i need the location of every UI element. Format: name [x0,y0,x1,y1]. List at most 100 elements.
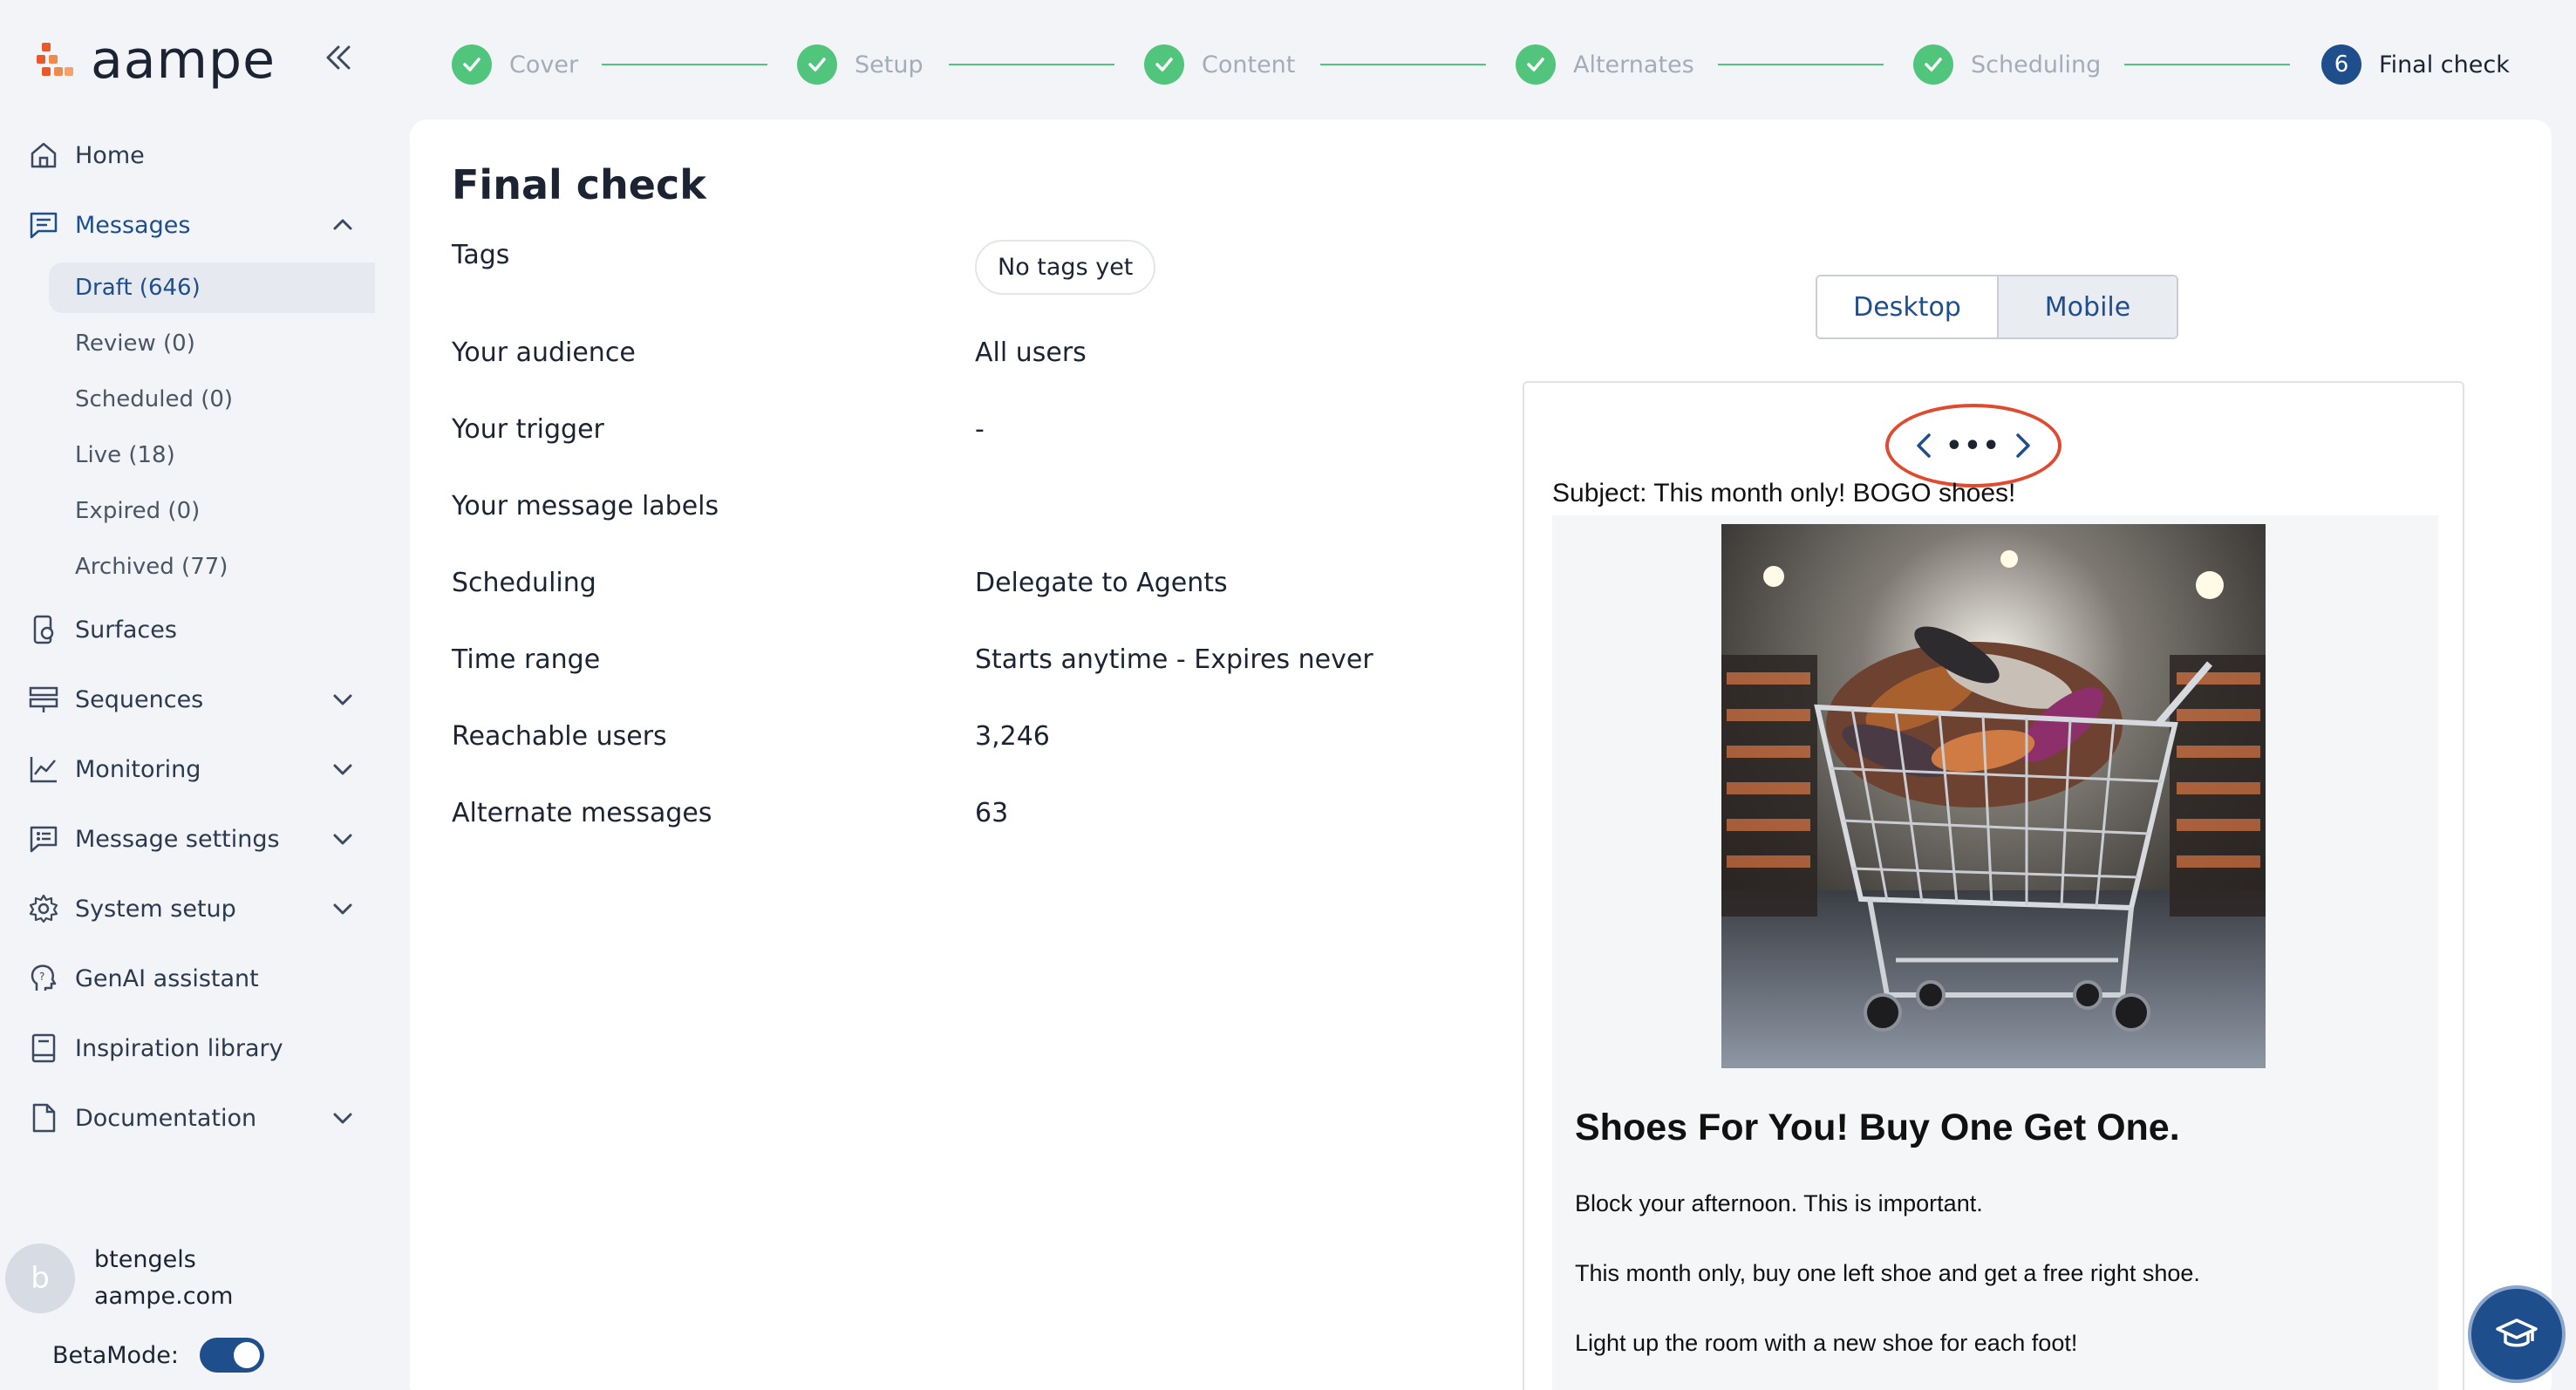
chevron-down-icon[interactable] [330,1105,356,1131]
brand-logo[interactable]: aampe [35,30,276,91]
trigger-label: Your trigger [452,414,604,445]
sidebar-item-sequences[interactable]: Sequences [0,671,375,727]
sidebar-subitem-review[interactable]: Review (0) [49,318,375,369]
message-labels-label: Your message labels [452,491,719,521]
gear-icon [28,893,59,924]
email-body: Shoes For You! Buy One Get One. Block yo… [1552,515,2438,1390]
tags-value-pill[interactable]: No tags yet [975,240,1156,295]
step-content[interactable]: Content [1144,44,1295,85]
step-scheduling[interactable]: Scheduling [1913,44,2101,85]
user-name: btengels [94,1246,196,1273]
step-setup[interactable]: Setup [797,44,923,85]
sidebar-item-label: Home [75,141,145,169]
scheduling-value: Delegate to Agents [975,568,1228,598]
scheduling-label: Scheduling [452,568,596,598]
step-label: Content [1202,51,1296,78]
step-final-check[interactable]: 6 Final check [2321,44,2510,85]
document-icon [28,1102,59,1134]
step-cover[interactable]: Cover [452,44,578,85]
brand-name: aampe [91,30,276,91]
step-connector [1320,64,1486,65]
sidebar-item-label: Documentation [75,1104,257,1132]
sidebar-subitem-expired[interactable]: Expired (0) [49,486,375,536]
email-heading: Shoes For You! Buy One Get One. [1575,1107,2180,1148]
sidebar-subitem-draft[interactable]: Draft (646) [49,262,375,313]
sidebar-item-message-settings[interactable]: Message settings [0,811,375,867]
step-alternates[interactable]: Alternates [1516,44,1694,85]
sidebar-subitem-archived[interactable]: Archived (77) [49,542,375,592]
sidebar-item-label: Messages [75,211,191,239]
chevron-right-icon[interactable] [2006,430,2037,461]
sidebar-item-inspiration-library[interactable]: Inspiration library [0,1020,375,1076]
sidebar-item-label: Message settings [75,825,280,853]
sidebar-item-surfaces[interactable]: Surfaces [0,602,375,658]
book-icon [28,1032,59,1064]
sidebar-item-genai-assistant[interactable]: ? GenAI assistant [0,951,375,1006]
sidebar-subitem-live[interactable]: Live (18) [49,430,375,480]
aampe-logo-icon [35,41,73,79]
alternate-pager: ••• [1885,404,2061,487]
email-paragraph: Block your afternoon. This is important. [1575,1190,1983,1216]
chevron-down-icon[interactable] [330,686,356,712]
step-label: Final check [2379,51,2510,78]
email-preview: ••• Subject: This month only! BOGO shoes… [1523,381,2464,1390]
desktop-view-button[interactable]: Desktop [1817,276,1997,337]
surfaces-icon [28,614,59,645]
page-title: Final check [452,161,706,208]
audience-label: Your audience [452,337,636,368]
step-label: Scheduling [1971,51,2102,78]
chevron-down-icon[interactable] [330,826,356,852]
email-paragraph: Light up the room with a new shoe for ea… [1575,1330,2078,1356]
chevron-left-icon[interactable] [1910,430,1941,461]
chevron-up-icon[interactable] [330,212,356,238]
sidebar-item-label: Surfaces [75,616,177,644]
graduation-cap-icon[interactable] [2468,1285,2566,1383]
hero-image [1721,524,2266,1068]
sidebar-item-messages[interactable]: Messages [0,197,375,253]
sidebar-item-documentation[interactable]: Documentation [0,1090,375,1146]
chevron-down-icon[interactable] [330,896,356,922]
sidebar-item-home[interactable]: Home [0,127,375,183]
sequences-icon [28,684,59,715]
genai-icon: ? [28,963,59,994]
step-connector [1718,64,1884,65]
sidebar-item-system-setup[interactable]: System setup [0,881,375,937]
step-number-badge: 6 [2321,44,2361,85]
preview-view-toggle: Desktop Mobile [1816,275,2178,339]
sidebar: aampe Home Messages Draft (646) Review (… [0,0,375,1390]
check-circle-icon [452,44,492,85]
messages-icon [28,209,59,241]
email-paragraph: This month only, buy one left shoe and g… [1575,1260,2200,1286]
chevron-down-icon[interactable] [330,756,356,782]
sidebar-item-monitoring[interactable]: Monitoring [0,741,375,797]
check-circle-icon [1913,44,1953,85]
check-circle-icon [1144,44,1184,85]
collapse-sidebar-icon[interactable] [321,40,356,75]
user-profile[interactable]: b btengels aampe.com [5,1242,233,1315]
beta-mode: BetaMode: [52,1338,264,1373]
check-circle-icon [797,44,837,85]
tags-label: Tags [452,240,510,270]
more-options-icon[interactable]: ••• [1946,430,2000,461]
user-domain: aampe.com [94,1283,234,1310]
sidebar-item-label: Monitoring [75,755,201,783]
step-label: Cover [509,51,579,78]
step-connector [602,64,767,65]
wizard-stepper: Cover Setup Content Alternates Schedulin… [410,0,2555,117]
sidebar-item-label: Inspiration library [75,1034,283,1062]
home-icon [28,140,59,171]
alternate-messages-label: Alternate messages [452,798,712,828]
trigger-value: - [975,414,985,445]
alternate-messages-value: 63 [975,798,1009,828]
step-connector [2124,64,2290,65]
final-check-card: Final check Tags No tags yet Your audien… [410,119,2552,1390]
user-info: btengels aampe.com [94,1242,233,1315]
beta-mode-toggle[interactable] [199,1338,264,1373]
step-connector [949,64,1114,65]
audience-value: All users [975,337,1087,368]
avatar: b [5,1244,75,1313]
sidebar-subitem-scheduled[interactable]: Scheduled (0) [49,374,375,425]
mobile-view-button[interactable]: Mobile [1997,276,2177,337]
reachable-users-label: Reachable users [452,721,667,752]
time-range-label: Time range [452,644,601,675]
